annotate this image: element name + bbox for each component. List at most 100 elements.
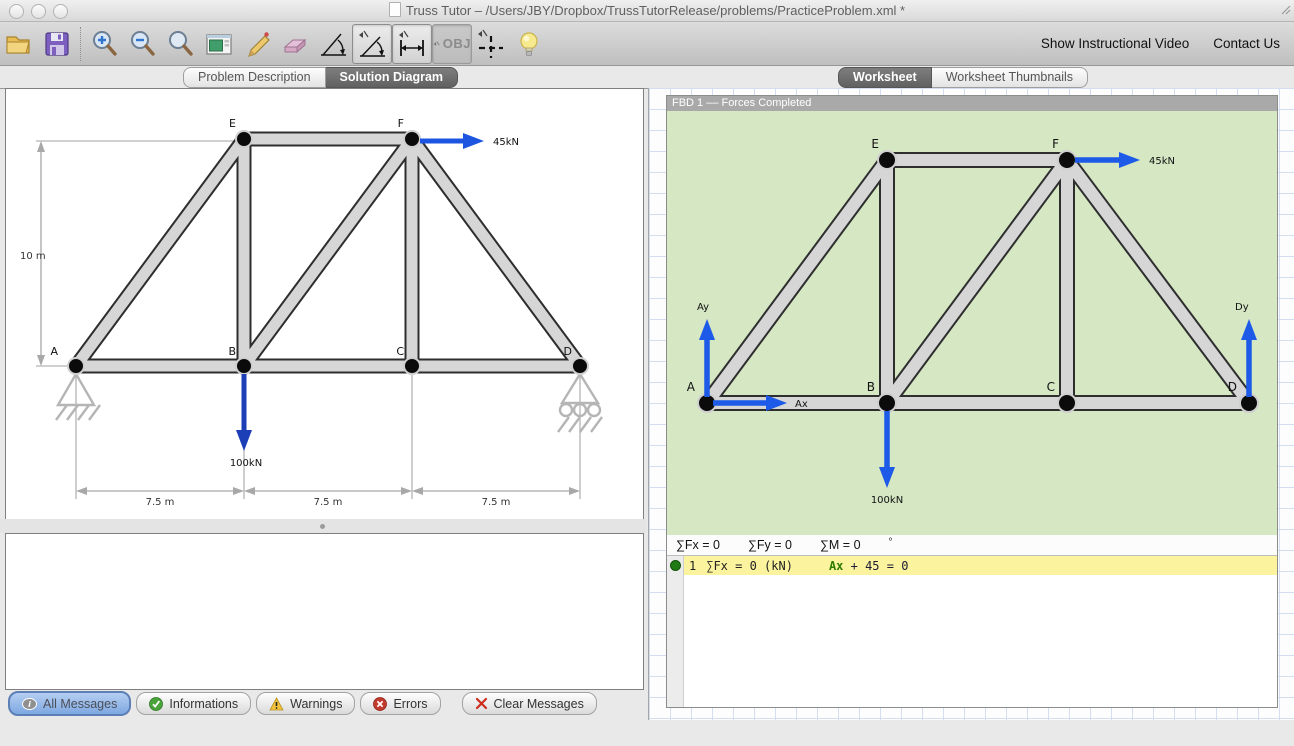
worksheet-panel: FBD 1 –– Forces Completed A B C D E F <box>648 88 1294 720</box>
span1-label: 7.5 m <box>146 497 175 508</box>
errors-button[interactable]: Errors <box>360 692 440 715</box>
zoom-in-button[interactable] <box>86 25 124 63</box>
show-instructional-video-link[interactable]: Show Instructional Video <box>1041 36 1189 51</box>
open-folder-icon <box>4 29 34 59</box>
screenshot-button[interactable] <box>200 25 238 63</box>
force-45kN: 45kN <box>420 133 519 149</box>
crosshair-visibility-toggle[interactable] <box>472 25 510 63</box>
document-icon <box>389 2 401 17</box>
warnings-button[interactable]: Warnings <box>256 692 355 715</box>
tab-worksheet[interactable]: Worksheet <box>838 67 932 88</box>
equation-variable: Ax <box>829 559 843 573</box>
angle-tool-icon <box>317 28 349 60</box>
title-bar: Truss Tutor – /Users/JBY/Dropbox/TrussTu… <box>0 0 1294 22</box>
save-button[interactable] <box>38 25 76 63</box>
equation-row[interactable]: 1 ∑Fx = 0 (kN) Ax + 45 = 0 <box>684 556 1277 575</box>
equation-gutter <box>667 556 684 707</box>
eraser-button[interactable] <box>276 25 314 63</box>
message-filter-bar: i All Messages Informations Warnings Err… <box>8 692 597 715</box>
splitter-grip-icon <box>320 524 325 529</box>
zoom-reset-button[interactable] <box>162 25 200 63</box>
sum-fy-button[interactable]: ∑Fy = 0 <box>748 538 792 552</box>
fbd-force-100kN-label: 100kN <box>871 495 903 506</box>
solution-diagram-panel: 10 m 7.5 m 7.5 m 7.5 m <box>5 88 644 520</box>
zoom-icon <box>166 29 196 59</box>
main-toolbar: OBJ Show Instructional Video Contact Us <box>0 22 1294 66</box>
force-100kN-label: 100kN <box>230 458 262 469</box>
fbd-header[interactable]: FBD 1 –– Forces Completed <box>667 96 1277 111</box>
solution-diagram: 10 m 7.5 m 7.5 m 7.5 m <box>6 89 641 517</box>
label-C: C <box>396 345 404 358</box>
clear-messages-button[interactable]: Clear Messages <box>462 692 597 715</box>
resize-grip-icon[interactable] <box>1279 3 1291 15</box>
tab-problem-description[interactable]: Problem Description <box>183 67 326 88</box>
all-messages-button[interactable]: i All Messages <box>8 691 131 716</box>
equation-rest: + 45 = 0 <box>843 559 908 573</box>
lightbulb-icon <box>514 29 544 59</box>
label-B: B <box>228 345 236 358</box>
error-icon <box>373 697 387 711</box>
equation-rows-area: 1 ∑Fx = 0 (kN) Ax + 45 = 0 <box>667 556 1277 707</box>
angle-visibility-toggle[interactable] <box>352 24 392 64</box>
fbd-label-D: D <box>1228 380 1237 394</box>
zoom-in-icon <box>90 29 120 59</box>
truss-tutor-window: { "window": { "title": "Truss Tutor – /U… <box>0 0 1294 746</box>
open-folder-button[interactable] <box>0 25 38 63</box>
equation-toolbar: ∑Fx = 0 ∑Fy = 0 ∑M = 0 ° <box>667 535 1277 556</box>
fbd-label-A: A <box>687 380 696 394</box>
fbd-label-E: E <box>871 137 879 151</box>
zoom-out-button[interactable] <box>124 25 162 63</box>
fbd-canvas[interactable]: A B C D E F 45kN Ay <box>667 111 1277 535</box>
fbd-force-100kN[interactable]: 100kN <box>871 411 903 506</box>
degree-button[interactable]: ° <box>889 537 893 548</box>
check-icon <box>149 697 163 711</box>
warning-icon <box>269 697 284 711</box>
height-dimension: 10 m <box>20 141 46 366</box>
clear-x-icon <box>475 697 488 710</box>
fbd-reaction-Dy-label: Dy <box>1235 302 1249 313</box>
sum-fx-button[interactable]: ∑Fx = 0 <box>676 538 720 552</box>
span3-label: 7.5 m <box>482 497 511 508</box>
height-dimension-label: 10 m <box>20 251 46 262</box>
sum-m-button[interactable]: ∑M = 0 <box>820 538 861 552</box>
save-icon <box>42 29 72 59</box>
fbd-reaction-Ay-label: Ay <box>697 302 709 313</box>
angle-tool-button[interactable] <box>314 25 352 63</box>
equation-status-dot <box>670 560 681 571</box>
horizontal-splitter[interactable] <box>0 519 646 533</box>
label-A: A <box>50 345 58 358</box>
equation-lhs: ∑Fx = 0 (kN) <box>706 559 793 573</box>
hint-button[interactable] <box>510 25 548 63</box>
tab-worksheet-thumbnails[interactable]: Worksheet Thumbnails <box>932 67 1088 88</box>
fbd-label-F: F <box>1052 137 1059 151</box>
screenshot-icon <box>204 29 234 59</box>
info-icon: i <box>22 698 37 710</box>
tab-row: Problem Description Solution Diagram Wor… <box>0 65 1294 89</box>
pencil-button[interactable] <box>238 25 276 63</box>
angle-visibility-icon <box>356 28 388 60</box>
fbd-diagram: A B C D E F 45kN Ay <box>667 111 1275 535</box>
crosshair-visibility-icon <box>475 28 507 60</box>
informations-button[interactable]: Informations <box>136 692 251 715</box>
toolbar-separator <box>80 27 82 61</box>
fbd-label-C: C <box>1047 380 1055 394</box>
tab-solution-diagram[interactable]: Solution Diagram <box>326 67 458 88</box>
message-list-panel <box>5 533 644 690</box>
left-tab-group: Problem Description Solution Diagram <box>183 67 458 88</box>
contact-us-link[interactable]: Contact Us <box>1213 36 1280 51</box>
eraser-icon <box>280 29 310 59</box>
fbd-force-45kN[interactable]: 45kN <box>1075 152 1175 168</box>
window-title: Truss Tutor – /Users/JBY/Dropbox/TrussTu… <box>0 2 1294 18</box>
force-45kN-label: 45kN <box>493 137 519 148</box>
label-E: E <box>229 117 236 130</box>
right-tab-group: Worksheet Worksheet Thumbnails <box>838 67 1088 88</box>
fbd-card[interactable]: FBD 1 –– Forces Completed A B C D E F <box>666 95 1278 708</box>
equation-number: 1 <box>689 559 696 573</box>
dimension-visibility-toggle[interactable] <box>392 24 432 64</box>
svg-text:i: i <box>28 700 31 709</box>
obj-label: OBJ <box>443 36 471 51</box>
span2-label: 7.5 m <box>314 497 343 508</box>
label-D: D <box>564 345 572 358</box>
obj-visibility-toggle[interactable]: OBJ <box>432 24 472 64</box>
span-dimensions: 7.5 m 7.5 m 7.5 m <box>76 487 580 508</box>
